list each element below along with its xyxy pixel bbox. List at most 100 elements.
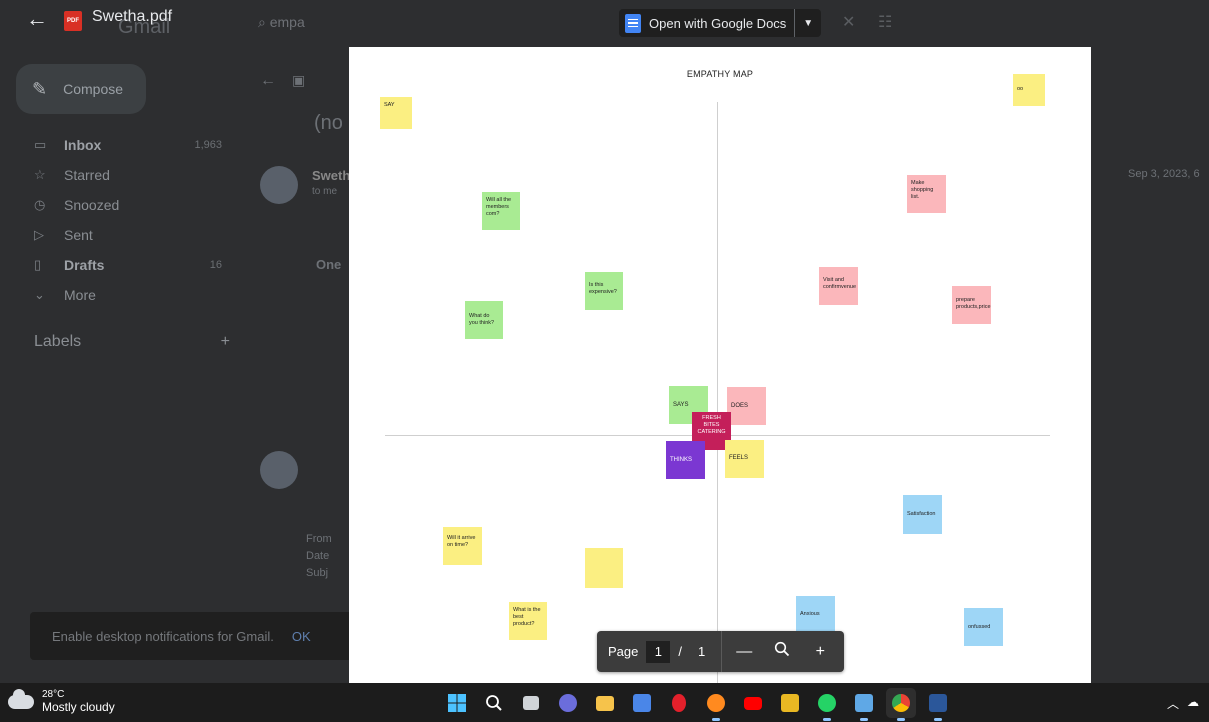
chrome-icon[interactable]: [886, 688, 916, 721]
sidebar-item-label: Sent: [64, 227, 93, 243]
temperature: 28°C: [42, 689, 65, 700]
from-label: From: [306, 533, 332, 545]
task-view-icon[interactable]: [516, 688, 546, 718]
sidebar-item-count: 1,963: [194, 139, 222, 151]
sticky-note: Make shopping list.: [907, 175, 946, 213]
windows-start-icon[interactable]: [442, 688, 472, 718]
pdf-page-controls: Page 1 / 1 — +: [597, 631, 844, 672]
back-arrow-icon: ←: [260, 72, 276, 89]
back-arrow-icon[interactable]: ←: [26, 6, 48, 32]
sticky-note: Satisfaction: [903, 495, 942, 534]
send-icon: ▷: [34, 227, 44, 242]
windows-taskbar: 28°C Mostly cloudy ︿ ☁: [0, 683, 1209, 722]
chevron-up-icon[interactable]: ︿: [1167, 695, 1179, 712]
desktop-notification-banner: Enable desktop notifications for Gmail. …: [30, 612, 360, 660]
store-icon[interactable]: [627, 688, 657, 718]
sidebar-item-label: Starred: [64, 167, 110, 183]
labels-heading: Labels: [34, 333, 82, 350]
cloud-icon: [8, 688, 34, 709]
sticky-note: Will all the members com?: [482, 192, 520, 230]
date-partial: Sep 3, 2023, 6: [1128, 168, 1200, 180]
open-with-google-docs-button[interactable]: Open with Google Docs ▼: [619, 9, 822, 37]
sidebar-item-label: Drafts: [64, 257, 105, 273]
sidebar-item-inbox[interactable]: ▭ Inbox 1,963: [0, 130, 240, 160]
date-label: Date: [306, 550, 330, 562]
compose-button[interactable]: ✎ Compose: [16, 64, 146, 114]
opera-icon[interactable]: [664, 688, 694, 718]
weather-widget[interactable]: 28°C Mostly cloudy: [8, 688, 115, 714]
open-with-label: Open with Google Docs: [649, 15, 787, 31]
photos-icon[interactable]: [849, 688, 879, 721]
magnifier-icon: [775, 641, 790, 657]
filter-icon: ☷: [878, 14, 893, 31]
taskbar-apps: [442, 688, 953, 721]
gmail-sidebar: ✎ Compose ▭ Inbox 1,963 ☆ Starred ◷ Snoo…: [0, 48, 248, 683]
search-icon[interactable]: [479, 688, 509, 718]
sticky-note: onfussed: [964, 608, 1003, 646]
onedrive-cloud-icon[interactable]: ☁: [1187, 695, 1199, 712]
total-pages: 1: [698, 644, 706, 659]
sticky-note: SAY: [380, 97, 412, 129]
whatsapp-icon[interactable]: [812, 688, 842, 721]
sidebar-item-label: More: [64, 287, 96, 303]
sidebar-item-drafts[interactable]: ▯ Drafts 16: [0, 250, 240, 280]
chevron-down-icon: ⌄: [34, 287, 45, 302]
system-tray: ︿ ☁: [1167, 695, 1199, 712]
notification-ok-button[interactable]: OK: [292, 629, 311, 644]
add-label-button[interactable]: +: [221, 333, 230, 351]
app-icon[interactable]: [775, 688, 805, 718]
sidebar-item-label: Snoozed: [64, 197, 120, 213]
clock-icon: ◷: [34, 197, 46, 212]
search-icon: ⌕: [258, 14, 266, 30]
sender-partial: Sweth: [312, 168, 351, 183]
sticky-note: prepare products,price: [952, 286, 991, 324]
avatar: [260, 451, 298, 489]
sidebar-item-more[interactable]: ⌄ More: [0, 280, 240, 310]
weather-text: 28°C Mostly cloudy: [42, 689, 115, 714]
sticky-note-feels: FEELS: [725, 440, 764, 478]
search-background: ⌕ empa: [258, 14, 305, 31]
file-name: Swetha.pdf: [92, 8, 173, 25]
pdf-viewer-topbar: ← Gmail PDF Swetha.pdf ⌕ empa Open with …: [0, 0, 1209, 48]
zoom-icon[interactable]: [763, 641, 801, 662]
sticky-note-does: DOES: [727, 387, 766, 425]
teams-icon[interactable]: [553, 688, 583, 718]
sidebar-item-snoozed[interactable]: ◷ Snoozed: [0, 190, 240, 220]
word-icon[interactable]: [923, 688, 953, 721]
sidebar-item-count: 16: [209, 259, 222, 271]
subject-label: Subj: [306, 567, 329, 579]
close-icon: ✕: [842, 14, 856, 31]
sidebar-item-sent[interactable]: ▷ Sent: [0, 220, 240, 250]
weather-condition: Mostly cloudy: [42, 700, 115, 714]
star-icon: ☆: [34, 167, 46, 182]
open-with-main[interactable]: Open with Google Docs: [619, 9, 794, 37]
sticky-note: [585, 548, 623, 588]
firefox-icon[interactable]: [701, 688, 731, 721]
recipient-partial: to me: [312, 186, 338, 197]
file-explorer-icon[interactable]: [590, 688, 620, 718]
zoom-out-button[interactable]: —: [725, 643, 763, 661]
caret-down-icon[interactable]: ▼: [795, 9, 821, 37]
inbox-icon: ▭: [34, 137, 47, 152]
sticky-note: What is the best product?: [509, 602, 547, 640]
sticky-note: Will it arrive on time?: [443, 527, 482, 565]
sticky-note: Visit and confirmvenue: [819, 267, 858, 305]
sidebar-item-starred[interactable]: ☆ Starred: [0, 160, 240, 190]
page-label: Page: [608, 644, 639, 659]
sidebar-item-label: Inbox: [64, 137, 102, 153]
sticky-note: oo: [1013, 74, 1045, 106]
archive-icon: ▣: [292, 72, 306, 88]
page-separator: /: [678, 644, 682, 659]
google-docs-icon: [625, 13, 641, 33]
document-title: EMPATHY MAP: [686, 69, 754, 79]
pdf-page: EMPATHY MAP SAY oo Will all the members …: [349, 47, 1091, 683]
pencil-icon: ✎: [32, 78, 48, 99]
sticky-note-thinks: THINKS: [666, 441, 705, 479]
youtube-icon[interactable]: [738, 688, 768, 718]
vertical-axis: [717, 102, 718, 683]
zoom-in-button[interactable]: +: [801, 643, 839, 661]
sticky-note: Anxious: [796, 596, 835, 634]
page-number-input[interactable]: 1: [646, 640, 671, 663]
divider: [721, 631, 723, 672]
compose-label: Compose: [63, 81, 124, 97]
